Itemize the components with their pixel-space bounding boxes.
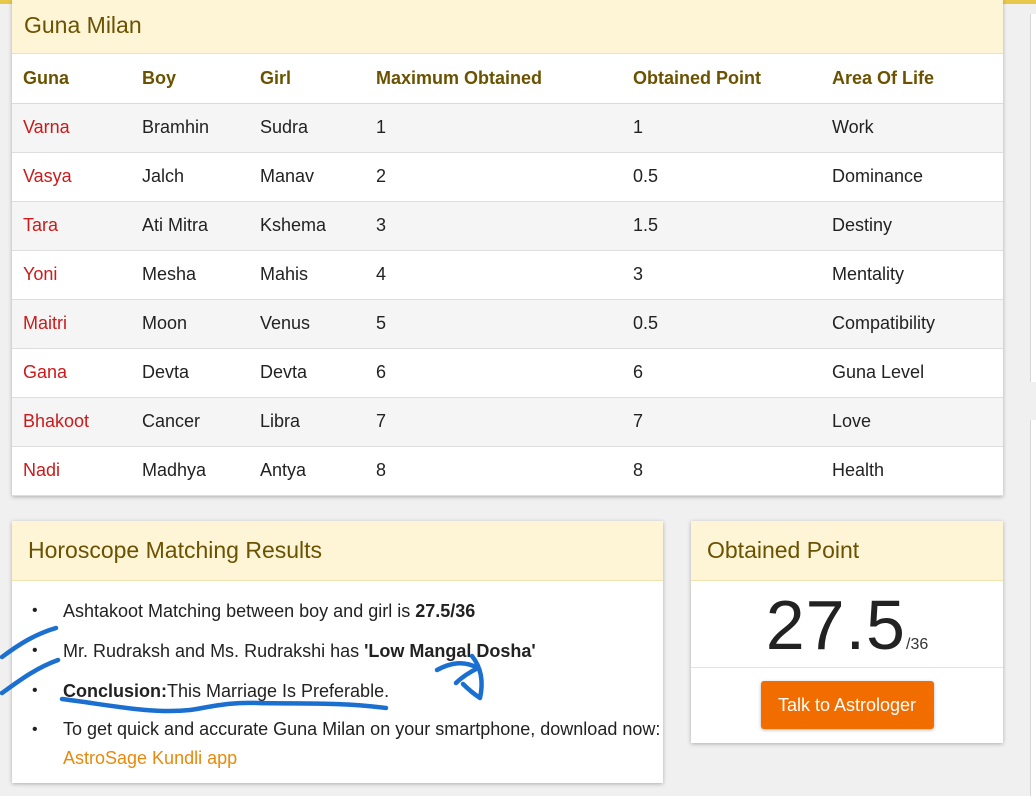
list-item: Ashtakoot Matching between boy and girl … [32,591,663,631]
header-guna: Guna [12,54,131,104]
area-cell: Destiny [821,201,1003,251]
header-girl: Girl [249,54,365,104]
list-item: Mr. Rudraksh and Ms. Rudrakshi has 'Low … [32,631,663,671]
boy-cell: Bramhin [131,103,249,153]
guna-cell: Vasya [12,152,131,202]
boy-cell: Jalch [131,152,249,202]
guna-cell: Varna [12,103,131,153]
matching-results-card: Horoscope Matching Results Ashtakoot Mat… [12,521,663,783]
guna-cell: Bhakoot [12,397,131,447]
table-row: Vasya Jalch Manav 2 0.5 Dominance [12,152,1003,202]
guna-milan-table: Guna Boy Girl Maximum Obtained Obtained … [12,54,1003,496]
maximum-cell: 7 [365,397,622,447]
boy-cell: Devta [131,348,249,398]
conclusion-label: Conclusion: [63,681,167,701]
guna-cell: Nadi [12,446,131,496]
side-card-fragment [1030,420,1036,796]
boy-cell: Cancer [131,397,249,447]
guna-milan-title: Guna Milan [12,0,1003,54]
list-item: Conclusion:This Marriage Is Preferable. [32,671,663,711]
table-row: Yoni Mesha Mahis 4 3 Mentality [12,250,1003,300]
talk-to-astrologer-button[interactable]: Talk to Astrologer [760,681,934,729]
obtained-cell: 6 [622,348,821,398]
side-card-fragment [1030,14,1036,382]
obtained-cell: 1.5 [622,201,821,251]
table-row: Gana Devta Devta 6 6 Guna Level [12,348,1003,398]
obtained-cell: 1 [622,103,821,153]
girl-cell: Devta [249,348,365,398]
list-item: To get quick and accurate Guna Milan on … [32,711,663,773]
score-display: 27.5/36 [691,581,1003,668]
area-cell: Mentality [821,250,1003,300]
header-obtained-point: Obtained Point [622,54,821,104]
maximum-cell: 2 [365,152,622,202]
maximum-cell: 5 [365,299,622,349]
conclusion-text: This Marriage Is Preferable. [167,681,390,701]
maximum-cell: 6 [365,348,622,398]
results-list: Ashtakoot Matching between boy and girl … [12,581,663,773]
girl-cell: Mahis [249,250,365,300]
header-area-of-life: Area Of Life [821,54,1003,104]
girl-cell: Manav [249,152,365,202]
guna-cell: Maitri [12,299,131,349]
boy-cell: Mesha [131,250,249,300]
download-text: To get quick and accurate Guna Milan on … [63,719,661,739]
table-row: Maitri Moon Venus 5 0.5 Compatibility [12,299,1003,349]
guna-cell: Yoni [12,250,131,300]
guna-milan-card: Guna Milan Guna Boy Girl Maximum Obtaine… [12,0,1003,496]
mangal-text: Mr. Rudraksh and Ms. Rudrakshi has [63,641,365,661]
maximum-cell: 4 [365,250,622,300]
cta-wrap: Talk to Astrologer [691,668,1003,729]
obtained-cell: 0.5 [622,299,821,349]
area-cell: Dominance [821,152,1003,202]
header-maximum-obtained: Maximum Obtained [365,54,622,104]
table-row: Bhakoot Cancer Libra 7 7 Love [12,397,1003,447]
area-cell: Love [821,397,1003,447]
table-row: Varna Bramhin Sudra 1 1 Work [12,103,1003,153]
ashtakoot-text: Ashtakoot Matching between boy and girl … [63,601,416,621]
ashtakoot-score: 27.5/36 [415,601,476,621]
obtained-cell: 8 [622,446,821,496]
obtained-cell: 7 [622,397,821,447]
girl-cell: Sudra [249,103,365,153]
score-max: /36 [906,636,929,653]
header-boy: Boy [131,54,249,104]
girl-cell: Venus [249,299,365,349]
table-row: Tara Ati Mitra Kshema 3 1.5 Destiny [12,201,1003,251]
obtained-point-title: Obtained Point [691,521,1003,581]
area-cell: Health [821,446,1003,496]
boy-cell: Madhya [131,446,249,496]
maximum-cell: 8 [365,446,622,496]
score-value: 27.5 [765,586,906,664]
guna-cell: Tara [12,201,131,251]
girl-cell: Kshema [249,201,365,251]
maximum-cell: 3 [365,201,622,251]
obtained-cell: 3 [622,250,821,300]
girl-cell: Libra [249,397,365,447]
table-header-row: Guna Boy Girl Maximum Obtained Obtained … [12,54,1003,104]
area-cell: Work [821,103,1003,153]
guna-cell: Gana [12,348,131,398]
table-row: Nadi Madhya Antya 8 8 Health [12,446,1003,496]
obtained-point-card: Obtained Point 27.5/36 Talk to Astrologe… [691,521,1003,743]
area-cell: Compatibility [821,299,1003,349]
boy-cell: Ati Mitra [131,201,249,251]
girl-cell: Antya [249,446,365,496]
astrosage-kundli-app-link[interactable]: AstroSage Kundli app [63,748,237,768]
matching-results-title: Horoscope Matching Results [12,521,663,581]
mangal-dosha-value: 'Low Mangal Dosha' [364,641,536,661]
obtained-cell: 0.5 [622,152,821,202]
area-cell: Guna Level [821,348,1003,398]
maximum-cell: 1 [365,103,622,153]
boy-cell: Moon [131,299,249,349]
